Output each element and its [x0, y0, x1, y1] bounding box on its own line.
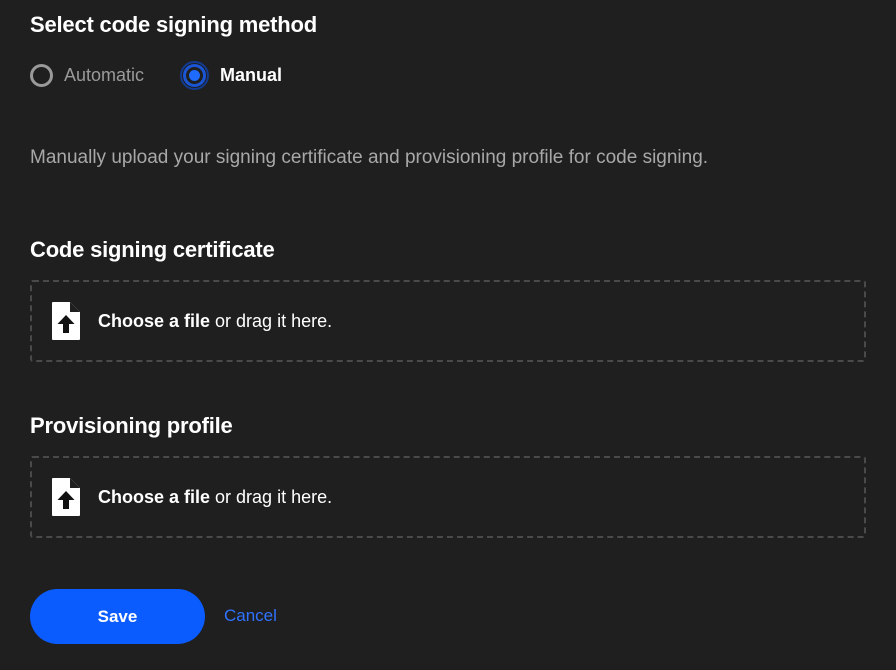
save-button[interactable]: Save: [30, 589, 205, 644]
drag-hint: or drag it here.: [210, 486, 333, 507]
signing-method-title: Select code signing method: [30, 12, 317, 37]
radio-label-manual: Manual: [220, 65, 283, 85]
certificate-dropzone-text: Choose a file or drag it here.: [98, 311, 332, 332]
file-upload-icon: [52, 478, 80, 516]
provisioning-dropzone[interactable]: Choose a file or drag it here.: [30, 456, 866, 538]
certificate-section-title: Code signing certificate: [30, 237, 275, 262]
radio-focus-ring: [180, 61, 210, 90]
provisioning-section-title: Provisioning profile: [30, 413, 233, 438]
provisioning-dropzone-text: Choose a file or drag it here.: [98, 487, 332, 508]
signing-method-radio-group: Automatic Manual: [30, 61, 282, 90]
certificate-dropzone[interactable]: Choose a file or drag it here.: [30, 280, 866, 362]
choose-file-link[interactable]: Choose a file: [98, 487, 210, 507]
radio-checked-icon[interactable]: [183, 64, 207, 87]
radio-label-automatic: Automatic: [64, 65, 145, 85]
radio-option-automatic[interactable]: Automatic: [30, 64, 144, 87]
drag-hint: or drag it here.: [210, 310, 333, 331]
code-signing-form: Select code signing method Automatic Man…: [0, 0, 896, 670]
radio-option-manual[interactable]: Manual: [180, 61, 282, 90]
file-upload-icon: [52, 302, 80, 340]
cancel-link[interactable]: Cancel: [224, 606, 277, 626]
radio-unchecked-icon[interactable]: [30, 64, 53, 87]
choose-file-link[interactable]: Choose a file: [98, 311, 210, 331]
signing-method-description: Manually upload your signing certificate…: [30, 147, 709, 168]
